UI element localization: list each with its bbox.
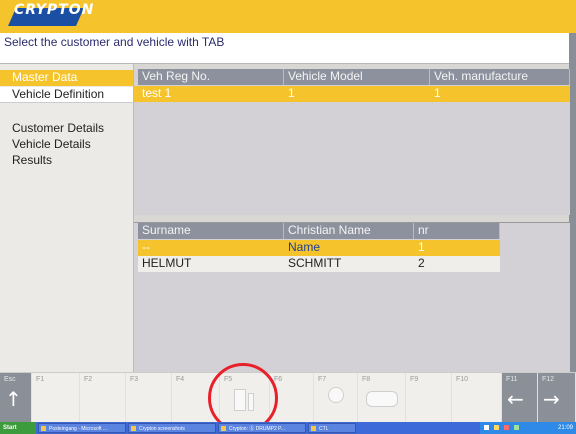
- f4-label: F4: [176, 376, 185, 383]
- function-key-bar: Esc ↑ F1 F2 F3 F4 F5 F6 F7 F8 F9 F10 F11…: [0, 372, 576, 423]
- car-icon: [366, 391, 398, 407]
- left-arrow-icon: ←: [507, 387, 524, 411]
- vertical-scrollbar[interactable]: [569, 33, 576, 373]
- windows-taskbar: Start Posteingang - Microsoft ... Crypto…: [0, 422, 576, 434]
- f12-key[interactable]: F12 →: [538, 373, 576, 423]
- customer-col-nr[interactable]: nr: [414, 223, 500, 239]
- f7-label: F7: [318, 376, 327, 383]
- f11-key[interactable]: F11 ←: [502, 373, 538, 423]
- sidebar-item-master-data[interactable]: Master Data: [0, 70, 133, 86]
- f12-label: F12: [542, 376, 555, 383]
- f7-key[interactable]: F7: [314, 373, 358, 423]
- volume-icon[interactable]: [494, 425, 499, 430]
- vehicle-col-model[interactable]: Vehicle Model: [284, 69, 430, 85]
- update-icon[interactable]: [514, 425, 519, 430]
- customer-surname-cell: --: [142, 240, 150, 254]
- vehicle-reg-cell: test 1: [142, 86, 172, 100]
- f1-label: F1: [36, 376, 45, 383]
- taskbar-item-screenshots[interactable]: Crypton screenshots: [128, 423, 216, 433]
- mail-icon: [41, 426, 46, 431]
- network-icon[interactable]: [484, 425, 489, 430]
- table-row[interactable]: test 1 1 1: [134, 86, 570, 102]
- taskbar-item-label: Crypton screenshots: [139, 426, 185, 432]
- table-row[interactable]: -- Name 1: [138, 240, 500, 256]
- customer-nr-cell: 2: [418, 256, 425, 270]
- vehicle-model-cell: 1: [288, 86, 295, 100]
- app-title-bar: CRYPTON: [0, 0, 576, 33]
- vehicle-table: Veh Reg No. Vehicle Model Veh. manufactu…: [134, 69, 570, 215]
- f2-label: F2: [84, 376, 93, 383]
- start-button[interactable]: Start: [0, 422, 36, 434]
- taskbar-item-label: Posteingang - Microsoft ...: [49, 426, 108, 432]
- sidebar-item-customer-details[interactable]: Customer Details: [0, 121, 133, 137]
- f9-label: F9: [410, 376, 419, 383]
- sidebar-item-vehicle-details[interactable]: Vehicle Details: [0, 137, 133, 153]
- taskbar-item-label: Crypton: Ⓢ DRUMP2 P...: [229, 426, 286, 432]
- f10-key[interactable]: F10: [452, 373, 502, 423]
- customer-nr-cell: 1: [418, 240, 425, 254]
- customer-col-name[interactable]: Christian Name: [284, 223, 414, 239]
- up-arrow-icon: ↑: [5, 387, 22, 411]
- f9-key[interactable]: F9: [406, 373, 452, 423]
- instruction-bar: Select the customer and vehicle with TAB: [0, 33, 570, 64]
- taskbar-item-ctl[interactable]: CTL: [308, 423, 356, 433]
- f10-label: F10: [456, 376, 469, 383]
- f3-key[interactable]: F3: [126, 373, 172, 423]
- app-icon: [311, 426, 316, 431]
- customer-table: Surname Christian Name nr -- Name 1 HELM…: [134, 222, 570, 373]
- system-tray: 21:09: [480, 422, 576, 434]
- f8-key[interactable]: F8: [358, 373, 406, 423]
- vehicle-manufacture-cell: 1: [434, 86, 441, 100]
- app-icon: [221, 426, 226, 431]
- taskbar-item-outlook[interactable]: Posteingang - Microsoft ...: [38, 423, 126, 433]
- f3-label: F3: [130, 376, 139, 383]
- taskbar-item-label: CTL: [319, 426, 329, 432]
- right-arrow-icon: →: [543, 387, 560, 411]
- f2-key[interactable]: F2: [80, 373, 126, 423]
- sidebar-item-results[interactable]: Results: [0, 153, 133, 169]
- sidebar: Master Data Vehicle Definition Customer …: [0, 64, 134, 372]
- esc-label: Esc: [4, 376, 16, 383]
- vehicle-col-reg[interactable]: Veh Reg No.: [138, 69, 284, 85]
- person-icon: [328, 387, 344, 403]
- table-row[interactable]: HELMUT SCHMITT 2: [138, 256, 500, 272]
- customer-name-cell: SCHMITT: [288, 256, 342, 270]
- f11-label: F11: [506, 376, 518, 383]
- security-icon[interactable]: [504, 425, 509, 430]
- f6-label: F6: [274, 376, 283, 383]
- instruction-text: Select the customer and vehicle with TAB: [4, 35, 225, 49]
- taskbar-item-crypton[interactable]: Crypton: Ⓢ DRUMP2 P...: [218, 423, 306, 433]
- f8-label: F8: [362, 376, 371, 383]
- customer-surname-cell: HELMUT: [142, 256, 192, 270]
- esc-key[interactable]: Esc ↑: [0, 373, 32, 423]
- vehicle-col-manufacture[interactable]: Veh. manufacture: [430, 69, 570, 85]
- clock: 21:09: [557, 425, 573, 431]
- customer-name-cell: Name: [288, 240, 321, 254]
- customer-col-surname[interactable]: Surname: [138, 223, 284, 239]
- f1-key[interactable]: F1: [32, 373, 80, 423]
- sidebar-item-vehicle-definition[interactable]: Vehicle Definition: [0, 87, 133, 103]
- logo-text: CRYPTON: [14, 2, 95, 18]
- folder-icon: [131, 426, 136, 431]
